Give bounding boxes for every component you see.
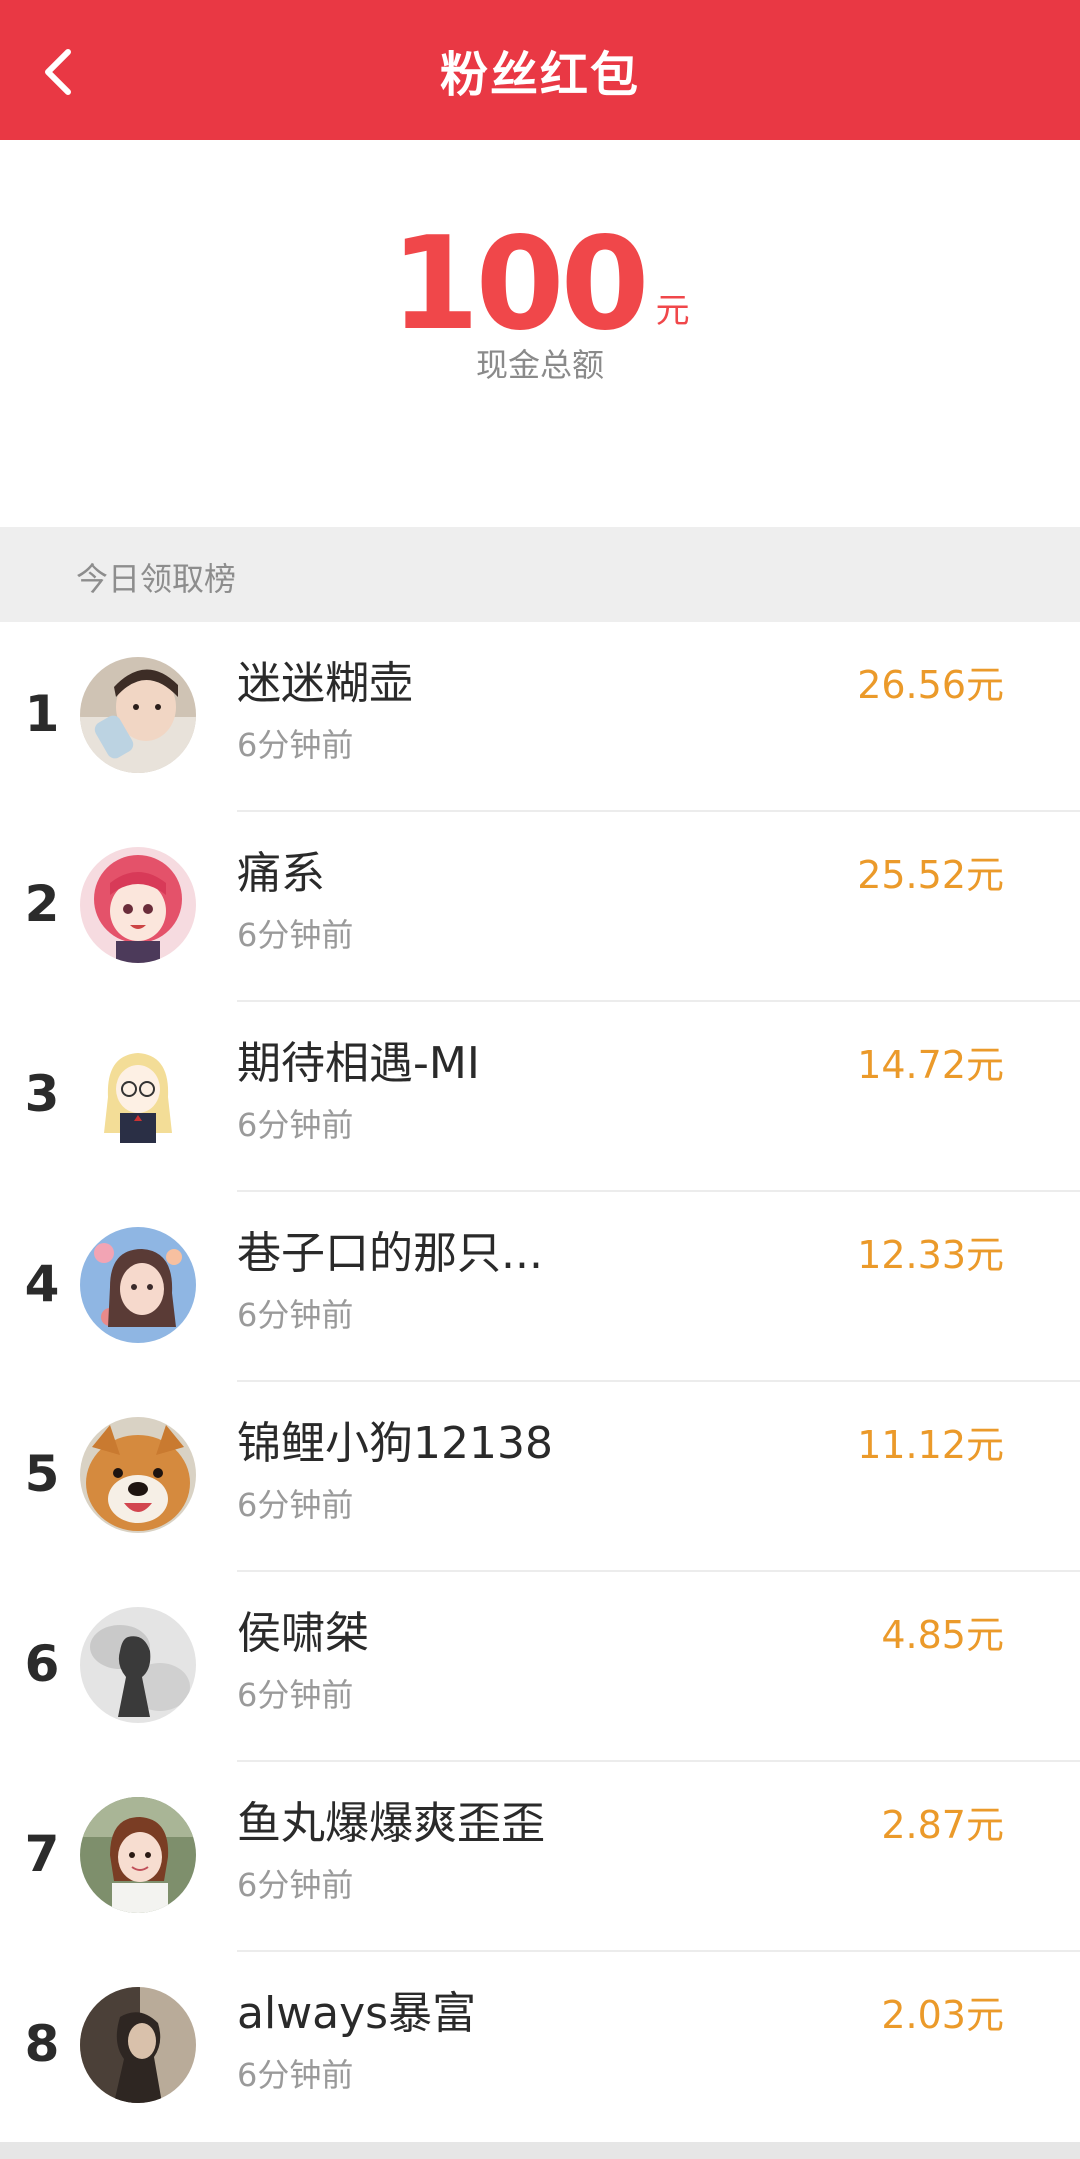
fan-red-packet-page: 粉丝红包 100 元 现金总额 今日领取榜 1 迷迷糊壶 6分钟前 26.56元… (0, 0, 1080, 2159)
received-amount: 12.33元 (857, 1233, 1004, 1277)
claim-time: 6分钟前 (237, 1106, 354, 1144)
avatar[interactable] (80, 1607, 196, 1723)
rank-number: 6 (24, 1635, 60, 1693)
received-amount: 26.56元 (857, 663, 1004, 707)
avatar[interactable] (80, 1417, 196, 1533)
user-name: 鱼丸爆爆爽歪歪 (237, 1798, 545, 1849)
rank-number: 4 (24, 1255, 60, 1313)
rank-number: 3 (24, 1065, 60, 1123)
section-header: 今日领取榜 (0, 527, 1080, 622)
list-item[interactable]: 4 巷子口的那只... 6分钟前 12.33元 (0, 1192, 1080, 1382)
claim-time: 6分钟前 (237, 726, 354, 764)
rank-number: 8 (24, 2015, 60, 2073)
claim-time: 6分钟前 (237, 2056, 354, 2094)
list-item[interactable]: 3 期待相遇-MI 6分钟前 14.72元 (0, 1002, 1080, 1192)
received-amount: 11.12元 (857, 1423, 1004, 1467)
user-name: 迷迷糊壶 (237, 658, 413, 709)
avatar[interactable] (80, 847, 196, 963)
received-amount: 4.85元 (881, 1613, 1004, 1657)
user-name: 侯啸桀 (237, 1608, 369, 1659)
list-item[interactable]: 8 always暴富 6分钟前 2.03元 (0, 1952, 1080, 2142)
list-item[interactable]: 6 侯啸桀 6分钟前 4.85元 (0, 1572, 1080, 1762)
user-name: 期待相遇-MI (237, 1038, 480, 1089)
avatar[interactable] (80, 1227, 196, 1343)
claim-time: 6分钟前 (237, 1486, 354, 1524)
total-amount-value: 100 (390, 210, 649, 359)
list-item[interactable]: 7 鱼丸爆爆爽歪歪 6分钟前 2.87元 (0, 1762, 1080, 1952)
rank-number: 5 (24, 1445, 60, 1503)
rank-number: 7 (24, 1825, 60, 1883)
user-name: 痛系 (237, 848, 325, 899)
top-bar: 粉丝红包 (0, 0, 1080, 140)
ranking-list: 1 迷迷糊壶 6分钟前 26.56元 2 痛系 6分钟前 25.52元 3 期待… (0, 622, 1080, 2142)
claim-time: 6分钟前 (237, 916, 354, 954)
claim-time: 6分钟前 (237, 1296, 354, 1334)
user-name: always暴富 (237, 1988, 477, 2039)
user-name: 锦鲤小狗12138 (237, 1418, 553, 1469)
received-amount: 2.03元 (881, 1993, 1004, 2037)
received-amount: 2.87元 (881, 1803, 1004, 1847)
received-amount: 14.72元 (857, 1043, 1004, 1087)
avatar[interactable] (80, 1987, 196, 2103)
list-item[interactable]: 1 迷迷糊壶 6分钟前 26.56元 (0, 622, 1080, 812)
total-amount-label: 现金总额 (475, 346, 604, 384)
received-amount: 25.52元 (857, 853, 1004, 897)
claim-time: 6分钟前 (237, 1866, 354, 1904)
avatar[interactable] (80, 657, 196, 773)
section-title: 今日领取榜 (76, 560, 237, 598)
user-name: 巷子口的那只... (237, 1228, 543, 1279)
avatar[interactable] (80, 1037, 196, 1153)
rank-number: 1 (24, 685, 60, 743)
total-amount: 100 元 (0, 220, 1080, 350)
page-title: 粉丝红包 (439, 47, 640, 103)
claim-time: 6分钟前 (237, 1676, 354, 1714)
rank-number: 2 (24, 875, 60, 933)
bottom-strip (0, 2142, 1080, 2159)
list-item[interactable]: 2 痛系 6分钟前 25.52元 (0, 812, 1080, 1002)
total-amount-unit: 元 (655, 291, 690, 331)
total-amount-panel: 100 元 现金总额 (0, 140, 1080, 527)
avatar[interactable] (80, 1797, 196, 1913)
list-item[interactable]: 5 锦鲤小狗12138 6分钟前 11.12元 (0, 1382, 1080, 1572)
